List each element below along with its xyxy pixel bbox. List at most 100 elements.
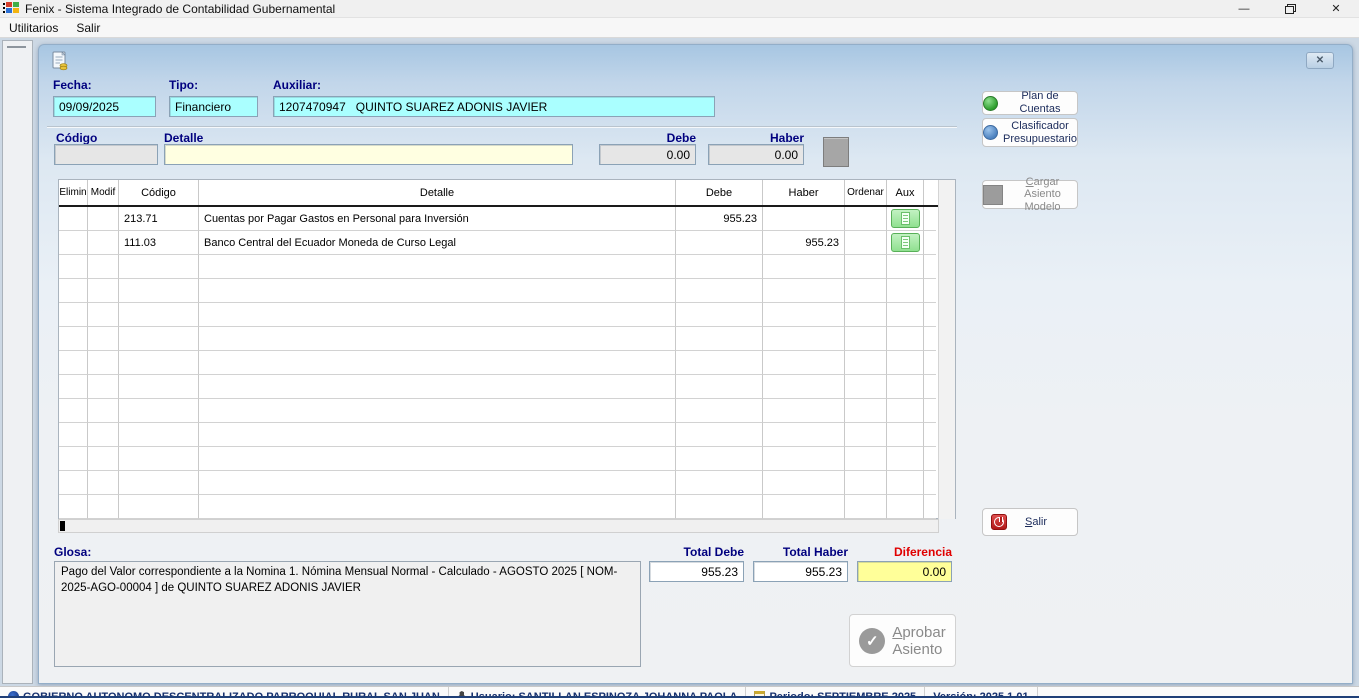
- clasificador-presupuestario-button[interactable]: Clasificador Presupuestario: [982, 118, 1078, 147]
- tipo-input[interactable]: Financiero: [169, 96, 258, 117]
- cell-extra: [924, 423, 936, 447]
- menu-salir[interactable]: Salir: [67, 19, 109, 37]
- cell-modif: [88, 207, 119, 231]
- cell-modif: [88, 279, 119, 303]
- clasificador-label-line2: Presupuestario: [1003, 133, 1077, 146]
- add-entry-button[interactable]: [823, 137, 849, 167]
- salir-button[interactable]: Salir: [982, 508, 1078, 536]
- debe-input[interactable]: 0.00: [599, 144, 696, 165]
- cargar-label-line1: Cargar Asiento: [1008, 176, 1077, 201]
- glosa-label: Glosa:: [54, 545, 91, 559]
- cell-aux: [887, 423, 924, 447]
- aprobar-asiento-button[interactable]: ✓ Aprobar Asiento: [849, 614, 956, 667]
- aux-button[interactable]: [891, 209, 920, 228]
- left-collapsed-panel[interactable]: [2, 40, 33, 684]
- cell-aux: [887, 255, 924, 279]
- cell-extra: [924, 207, 936, 231]
- cell-modif: [88, 255, 119, 279]
- total-debe-label: Total Debe: [649, 545, 744, 559]
- green-sphere-icon: [983, 96, 998, 111]
- minimize-button[interactable]: —: [1221, 0, 1267, 17]
- cell-extra: [924, 495, 936, 519]
- vertical-scrollbar[interactable]: [938, 180, 955, 519]
- cargar-label-line2: Modelo: [1008, 201, 1077, 214]
- detalle-input[interactable]: [164, 144, 573, 165]
- haber-label: Haber: [708, 131, 804, 145]
- plan-de-cuentas-button[interactable]: Plan de Cuentas: [982, 91, 1078, 115]
- cell-haber: [763, 207, 845, 231]
- cell-debe: [676, 303, 763, 327]
- cell-ordenar: [845, 471, 887, 495]
- cell-codigo: 111.03: [119, 231, 199, 255]
- cell-elimin: [59, 375, 88, 399]
- cell-haber: [763, 255, 845, 279]
- glosa-textarea[interactable]: Pago del Valor correspondiente a la Nomi…: [54, 561, 641, 667]
- cell-debe: [676, 495, 763, 519]
- cargar-asiento-modelo-button[interactable]: Cargar Asiento Modelo: [982, 180, 1078, 209]
- cell-elimin: [59, 327, 88, 351]
- haber-input[interactable]: 0.00: [708, 144, 804, 165]
- cell-haber: [763, 327, 845, 351]
- restore-button[interactable]: [1267, 0, 1313, 17]
- cell-debe: [676, 375, 763, 399]
- diferencia-value: 0.00: [857, 561, 952, 582]
- table-row: [59, 399, 938, 423]
- cell-aux: [887, 207, 924, 231]
- entries-table-body: 213.71Cuentas por Pagar Gastos en Person…: [59, 207, 938, 519]
- entries-table-header: Elimin Modif Código Detalle Debe Haber O…: [59, 180, 938, 207]
- child-close-button[interactable]: ✕: [1306, 52, 1334, 69]
- cell-haber: [763, 279, 845, 303]
- check-icon: ✓: [859, 628, 885, 654]
- cell-elimin: [59, 423, 88, 447]
- cell-ordenar: [845, 399, 887, 423]
- cell-aux: [887, 495, 924, 519]
- cell-debe: [676, 231, 763, 255]
- header-codigo: Código: [119, 180, 199, 205]
- codigo-input[interactable]: [54, 144, 158, 165]
- cell-extra: [924, 231, 936, 255]
- debe-label: Debe: [599, 131, 696, 145]
- close-button[interactable]: ✕: [1313, 0, 1359, 17]
- cell-debe: [676, 351, 763, 375]
- table-row: [59, 447, 938, 471]
- table-row: [59, 255, 938, 279]
- header-ordenar: Ordenar: [845, 180, 887, 205]
- scrollbar-thumb[interactable]: [60, 521, 65, 531]
- auxiliar-label: Auxiliar:: [273, 78, 321, 92]
- menu-utilitarios[interactable]: Utilitarios: [0, 19, 67, 37]
- cell-elimin: [59, 231, 88, 255]
- aux-document-icon: [901, 212, 910, 225]
- table-row: [59, 303, 938, 327]
- fecha-input[interactable]: 09/09/2025: [53, 96, 156, 117]
- cell-codigo: [119, 303, 199, 327]
- cell-ordenar: [845, 423, 887, 447]
- cell-haber: [763, 303, 845, 327]
- auxiliar-input[interactable]: 1207470947 QUINTO SUAREZ ADONIS JAVIER: [273, 96, 715, 117]
- plan-de-cuentas-label: Plan de Cuentas: [1003, 90, 1077, 115]
- header-extra: [924, 180, 936, 205]
- cell-elimin: [59, 399, 88, 423]
- cell-debe: [676, 471, 763, 495]
- cell-extra: [924, 375, 936, 399]
- codigo-label: Código: [56, 131, 97, 145]
- aux-button[interactable]: [891, 233, 920, 252]
- cell-codigo: [119, 351, 199, 375]
- cell-aux: [887, 351, 924, 375]
- horizontal-scrollbar[interactable]: [58, 519, 939, 533]
- cell-detalle: [199, 375, 676, 399]
- asiento-window: ✕ Fecha: Tipo: Auxiliar: 09/09/2025 Fina…: [38, 44, 1353, 684]
- table-row: [59, 495, 938, 519]
- fecha-label: Fecha:: [53, 78, 92, 92]
- restore-icon: [1285, 4, 1295, 13]
- cell-codigo: [119, 423, 199, 447]
- table-row[interactable]: 213.71Cuentas por Pagar Gastos en Person…: [59, 207, 938, 231]
- cell-modif: [88, 231, 119, 255]
- cell-haber: [763, 471, 845, 495]
- cell-detalle: [199, 471, 676, 495]
- total-debe-value: 955.23: [649, 561, 744, 582]
- table-row[interactable]: 111.03Banco Central del Ecuador Moneda d…: [59, 231, 938, 255]
- header-modif: Modif: [88, 180, 119, 205]
- cell-detalle: [199, 303, 676, 327]
- cell-elimin: [59, 303, 88, 327]
- cell-aux: [887, 399, 924, 423]
